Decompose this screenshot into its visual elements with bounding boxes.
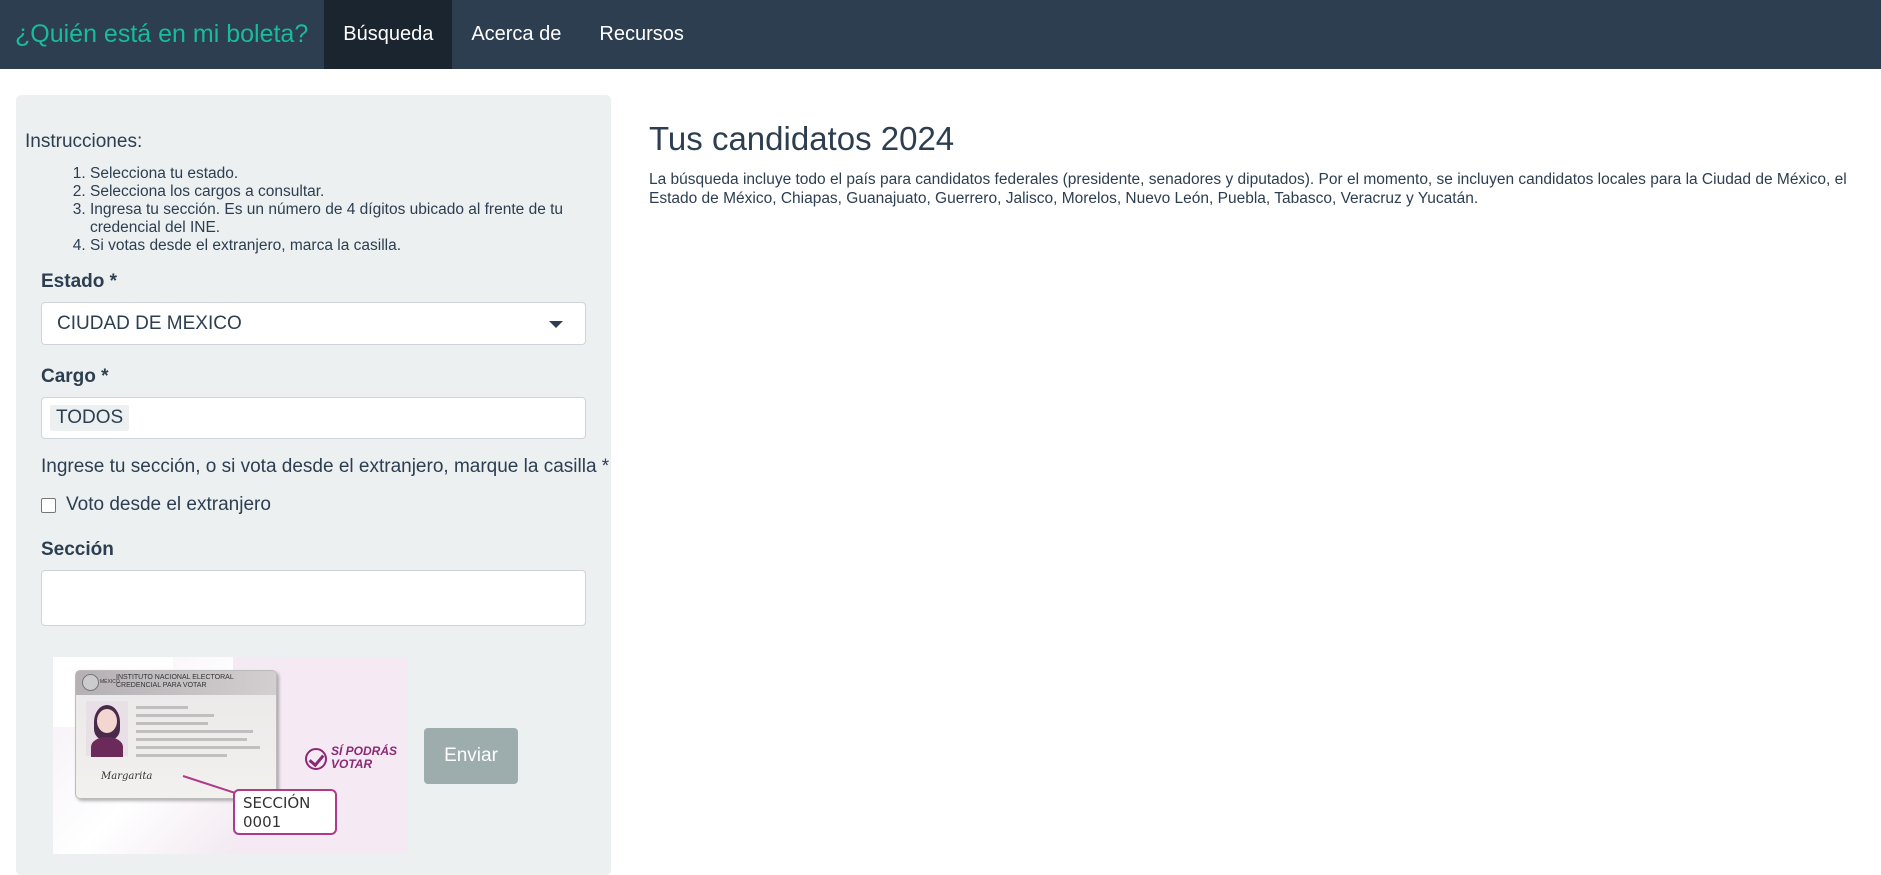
- extranjero-checkbox-label[interactable]: Voto desde el extranjero: [66, 494, 271, 516]
- estado-label: Estado *: [41, 271, 118, 292]
- page-title: Tus candidatos 2024: [649, 120, 955, 157]
- nav-tab-recursos[interactable]: Recursos: [580, 0, 702, 69]
- nav-tab-acerca-de[interactable]: Acerca de: [452, 0, 580, 69]
- cargo-multiselect[interactable]: TODOS: [41, 397, 586, 439]
- nav-tab-busqueda[interactable]: Búsqueda: [324, 0, 453, 69]
- enviar-button[interactable]: Enviar: [424, 728, 518, 784]
- extranjero-checkbox-row[interactable]: Voto desde el extranjero: [41, 494, 271, 516]
- instructions-list: Selecciona tu estado. Selecciona los car…: [50, 165, 620, 255]
- brand-link[interactable]: ¿Quién está en mi boleta?: [0, 0, 324, 69]
- card-text-lines: [136, 706, 266, 762]
- page-description: La búsqueda incluye todo el país para ca…: [649, 171, 1847, 207]
- check-circle-icon: [305, 748, 327, 770]
- instruction-step: Selecciona tu estado.: [90, 165, 620, 183]
- chevron-down-icon: [549, 321, 563, 328]
- portrait-photo: [86, 701, 128, 757]
- instruction-step: Ingresa tu sección. Es un número de 4 dí…: [90, 201, 620, 237]
- card-subtitle: CREDENCIAL PARA VOTAR: [116, 682, 207, 689]
- cargo-selected-tag[interactable]: TODOS: [50, 405, 130, 431]
- ine-credential-image: MÉXICO INSTITUTO NACIONAL ELECTORAL CRED…: [53, 657, 408, 854]
- seccion-input[interactable]: [41, 570, 586, 626]
- seccion-callout: SECCIÓN 0001: [233, 789, 337, 835]
- seal-icon: [82, 674, 99, 691]
- extranjero-checkbox[interactable]: [41, 497, 56, 513]
- seccion-hint: Ingrese tu sección, o si vota desde el e…: [41, 456, 610, 477]
- cargo-label: Cargo *: [41, 366, 109, 387]
- signature: Margarita: [101, 771, 153, 782]
- estado-selected-value: CIUDAD DE MEXICO: [57, 313, 242, 334]
- navbar: ¿Quién está en mi boleta? Búsqueda Acerc…: [0, 0, 1881, 69]
- instruction-step: Si votas desde el extranjero, marca la c…: [90, 237, 620, 255]
- card-title: INSTITUTO NACIONAL ELECTORAL: [116, 674, 234, 681]
- ine-card: MÉXICO INSTITUTO NACIONAL ELECTORAL CRED…: [75, 670, 277, 799]
- instruction-step: Selecciona los cargos a consultar.: [90, 183, 620, 201]
- estado-select[interactable]: CIUDAD DE MEXICO: [41, 302, 586, 345]
- seccion-label: Sección: [41, 539, 114, 560]
- slogan: SÍ PODRÁS VOTAR: [331, 744, 398, 771]
- instructions-title: Instrucciones:: [25, 131, 143, 152]
